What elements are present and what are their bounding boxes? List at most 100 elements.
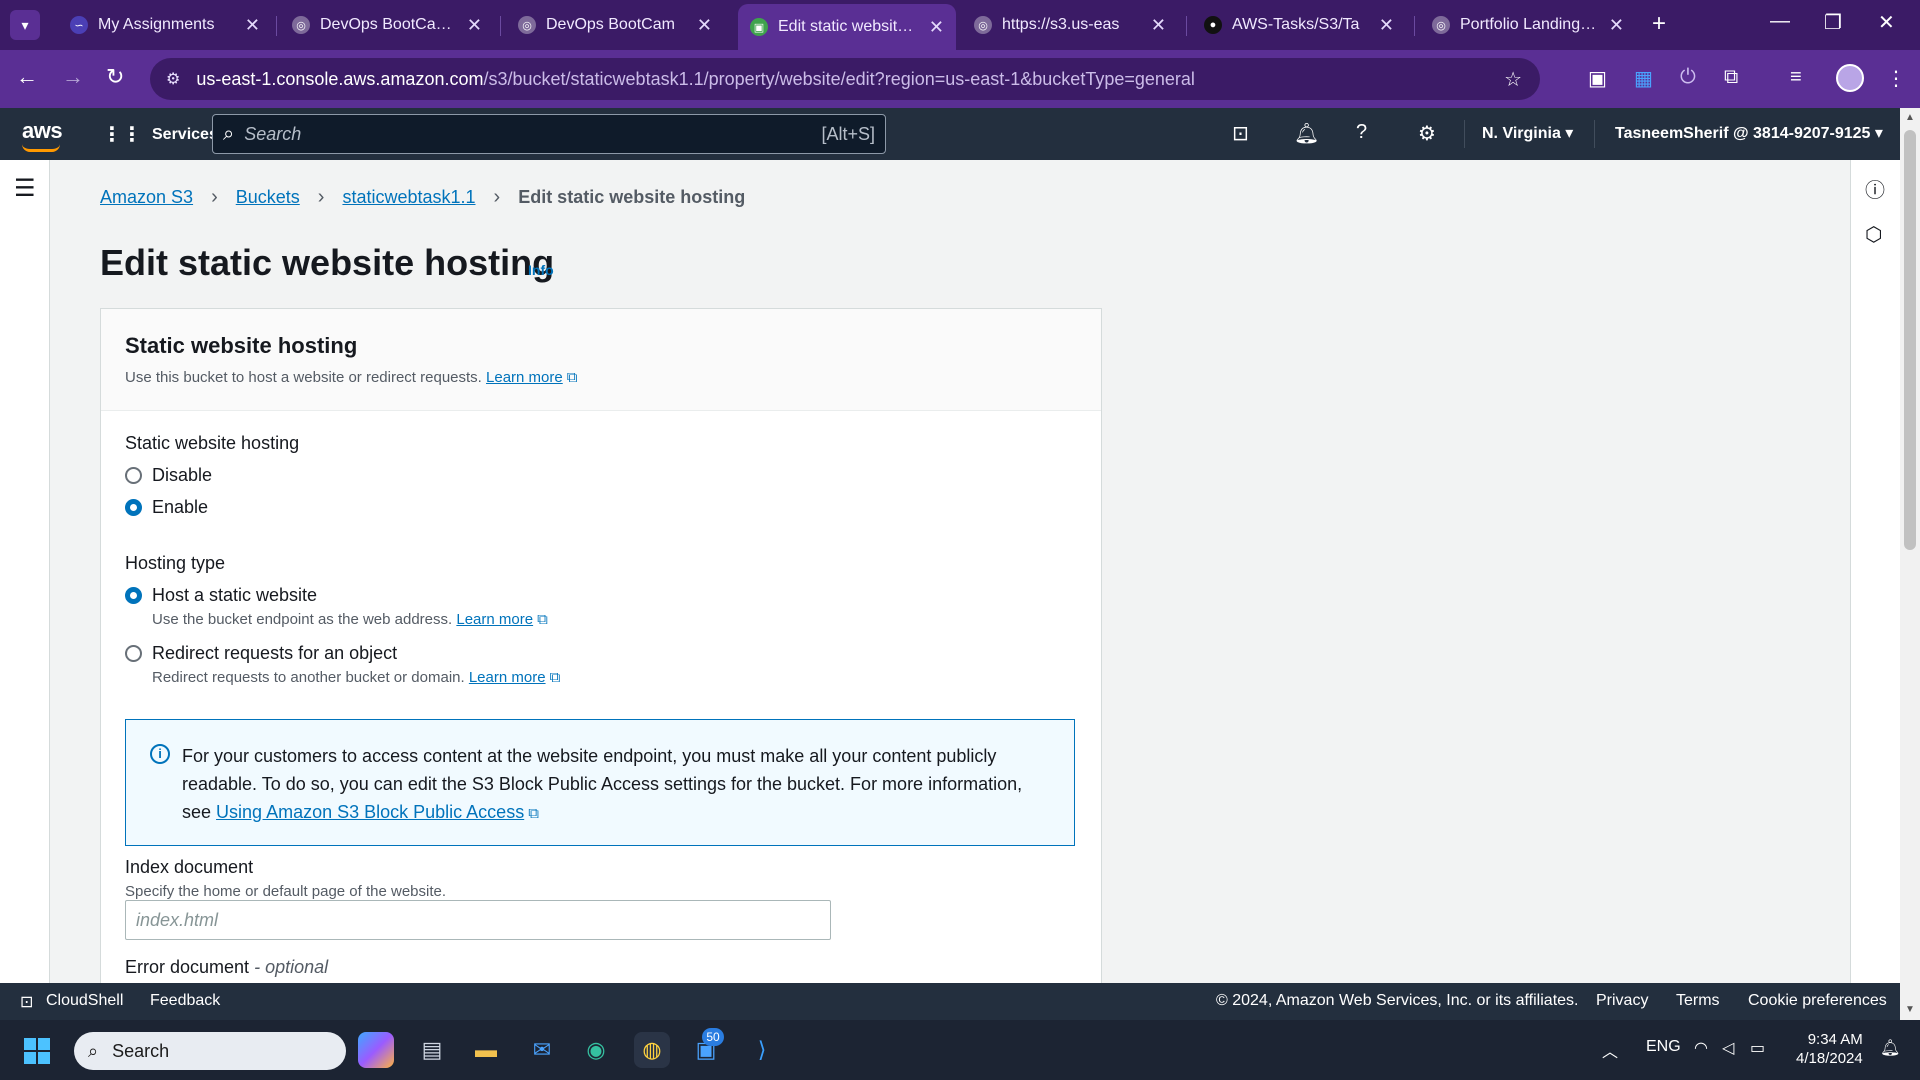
info-link[interactable]: Info bbox=[528, 262, 554, 278]
radio-button[interactable] bbox=[125, 645, 142, 662]
services-menu-button[interactable]: ⋮⋮ Services bbox=[102, 122, 218, 147]
breadcrumb-amazon-s3[interactable]: Amazon S3 bbox=[100, 187, 193, 208]
close-window-icon[interactable]: ✕ bbox=[1878, 10, 1895, 35]
copilot-icon[interactable] bbox=[358, 1032, 394, 1068]
cookie-preferences-link[interactable]: Cookie preferences bbox=[1748, 992, 1887, 1010]
restore-icon[interactable]: ❐ bbox=[1824, 10, 1842, 35]
taskbar-search-placeholder: Search bbox=[112, 1040, 170, 1061]
settings-gear-icon[interactable]: ⚙ bbox=[1418, 121, 1436, 146]
info-panel-icon[interactable]: ⓘ bbox=[1865, 174, 1885, 203]
system-clock[interactable]: 9:34 AM 4/18/2024 bbox=[1796, 1030, 1863, 1068]
close-tab-icon[interactable]: ✕ bbox=[1609, 15, 1624, 36]
volume-icon[interactable]: ◁ bbox=[1722, 1038, 1734, 1058]
notifications-bell-icon[interactable]: 🔔︎ bbox=[1294, 121, 1319, 146]
close-tab-icon[interactable]: ✕ bbox=[245, 15, 260, 36]
privacy-link[interactable]: Privacy bbox=[1596, 992, 1648, 1010]
browser-tab-my-assignments[interactable]: ∽ My Assignments ✕ bbox=[58, 6, 272, 44]
cloudshell-button[interactable]: CloudShell bbox=[46, 992, 123, 1010]
help-icon[interactable]: ? bbox=[1356, 121, 1367, 144]
radio-redirect-requests[interactable]: Redirect requests for an object bbox=[125, 643, 397, 664]
new-tab-button[interactable]: + bbox=[1652, 10, 1666, 38]
block-public-access-link[interactable]: Using Amazon S3 Block Public Access bbox=[216, 802, 524, 822]
breadcrumb-buckets[interactable]: Buckets bbox=[236, 187, 300, 208]
side-navigation-rail: ☰ bbox=[0, 160, 50, 983]
radio-disable[interactable]: Disable bbox=[125, 465, 212, 486]
terms-link[interactable]: Terms bbox=[1676, 992, 1720, 1010]
browser-tab-portfolio[interactable]: ◎ Portfolio Landing Pa ✕ bbox=[1420, 6, 1636, 44]
back-icon[interactable]: ← bbox=[16, 64, 38, 90]
taskbar-search-input[interactable]: ⌕ Search bbox=[74, 1032, 346, 1070]
cloudshell-icon[interactable]: ⊡ bbox=[1232, 121, 1249, 146]
power-icon[interactable]: ⏻ bbox=[1680, 66, 1696, 89]
external-link-icon: ⧉ bbox=[566, 369, 578, 386]
browser-tab-bar: ▾ ∽ My Assignments ✕ ◎ DevOps BootCamp |… bbox=[0, 0, 1920, 50]
show-hidden-icons-chevron-icon[interactable]: ︿ bbox=[1602, 1038, 1618, 1062]
browser-tab-devops-bootcamp[interactable]: ◎ DevOps BootCamp | ✕ bbox=[280, 6, 494, 44]
learn-more-link[interactable]: Learn more bbox=[469, 669, 546, 686]
learn-more-link[interactable]: Learn more bbox=[486, 369, 563, 386]
vscode-icon[interactable]: ⟩ bbox=[744, 1032, 780, 1068]
feedback-button[interactable]: Feedback bbox=[150, 992, 220, 1010]
browser-tab-edit-static-website[interactable]: ▣ Edit static website h ✕ bbox=[738, 4, 956, 50]
battery-icon[interactable]: ▭ bbox=[1750, 1038, 1765, 1058]
browser-tab-s3-url[interactable]: ◎ https://s3.us-eas ✕ bbox=[962, 6, 1178, 44]
browser-tab-devops-bootcamp-2[interactable]: ◎ DevOps BootCam ✕ bbox=[506, 6, 724, 44]
task-view-icon[interactable]: ▤ bbox=[414, 1032, 450, 1068]
site-settings-icon[interactable]: ⚙ bbox=[166, 69, 180, 89]
radio-enable[interactable]: Enable bbox=[125, 497, 208, 518]
region-selector[interactable]: N. Virginia ▾ bbox=[1482, 123, 1573, 143]
aws-logo[interactable]: aws bbox=[22, 118, 63, 152]
scroll-down-icon[interactable]: ▼ bbox=[1905, 1004, 1915, 1015]
chevron-right-icon: › bbox=[493, 186, 501, 208]
breadcrumb-bucket[interactable]: staticwebtask1.1 bbox=[342, 187, 475, 208]
learn-more-link[interactable]: Learn more bbox=[456, 611, 533, 628]
browser-tab-aws-tasks-github[interactable]: ● AWS-Tasks/S3/Ta ✕ bbox=[1192, 6, 1406, 44]
chrome-browser-icon[interactable]: ◍ bbox=[634, 1032, 670, 1068]
media-controls-icon[interactable]: ≡ bbox=[1790, 66, 1802, 89]
address-bar[interactable]: ⚙ us-east-1.console.aws.amazon.com/s3/bu… bbox=[150, 58, 1540, 100]
globe-icon: ◎ bbox=[974, 16, 992, 34]
hosting-field-label: Static website hosting bbox=[125, 433, 300, 453]
close-tab-icon[interactable]: ✕ bbox=[1379, 15, 1394, 36]
static-website-hosting-panel: Static website hosting Use this bucket t… bbox=[100, 308, 1102, 983]
index-document-input[interactable]: index.html bbox=[125, 900, 831, 940]
page-scrollbar[interactable]: ▲ ▼ bbox=[1900, 108, 1920, 1020]
tutorial-hexagon-icon[interactable]: ⬡ bbox=[1865, 222, 1882, 247]
radio-host-static-website[interactable]: Host a static website bbox=[125, 585, 317, 606]
windows-start-icon[interactable] bbox=[24, 1038, 50, 1064]
aws-footer: ⊡ CloudShell Feedback © 2024, Amazon Web… bbox=[0, 983, 1900, 1020]
extensions-puzzle-icon[interactable]: ⧉ bbox=[1724, 66, 1738, 89]
tab-search-dropdown-icon[interactable]: ▾ bbox=[10, 10, 40, 40]
input-language[interactable]: ENG bbox=[1646, 1038, 1681, 1056]
wifi-icon[interactable]: ◠ bbox=[1694, 1038, 1708, 1058]
s3-favicon-icon: ▣ bbox=[750, 18, 768, 36]
scroll-thumb[interactable] bbox=[1904, 130, 1916, 550]
cloudshell-footer-icon[interactable]: ⊡ bbox=[20, 992, 33, 1012]
edge-browser-icon[interactable]: ◉ bbox=[578, 1032, 614, 1068]
account-menu[interactable]: TasneemSherif @ 3814-9207-9125 ▾ bbox=[1615, 123, 1883, 143]
console-search-input[interactable]: ⌕ Search [Alt+S] bbox=[212, 114, 886, 154]
extension-screen-icon[interactable]: ▦ bbox=[1634, 66, 1653, 91]
reload-icon[interactable]: ↻ bbox=[106, 64, 124, 90]
file-explorer-icon[interactable]: ▬ bbox=[468, 1032, 504, 1068]
mail-icon[interactable]: ✉ bbox=[524, 1032, 560, 1068]
minimize-icon[interactable]: — bbox=[1770, 10, 1790, 33]
description-text: Redirect requests to another bucket or d… bbox=[152, 669, 465, 686]
tools-rail: ⓘ ⬡ bbox=[1850, 160, 1900, 983]
radio-button[interactable] bbox=[125, 467, 142, 484]
close-tab-icon[interactable]: ✕ bbox=[467, 15, 482, 36]
forward-icon[interactable]: → bbox=[62, 64, 84, 90]
index-document-label: Index document bbox=[125, 857, 254, 877]
close-tab-icon[interactable]: ✕ bbox=[929, 17, 944, 38]
close-tab-icon[interactable]: ✕ bbox=[1151, 15, 1166, 36]
browser-menu-icon[interactable]: ⋮ bbox=[1886, 66, 1906, 91]
menu-hamburger-icon[interactable]: ☰ bbox=[14, 174, 36, 203]
scroll-up-icon[interactable]: ▲ bbox=[1905, 112, 1915, 123]
radio-button-selected[interactable] bbox=[125, 499, 142, 516]
radio-button-selected[interactable] bbox=[125, 587, 142, 604]
bookmark-star-icon[interactable]: ☆ bbox=[1504, 67, 1522, 92]
profile-avatar[interactable] bbox=[1836, 64, 1864, 92]
close-tab-icon[interactable]: ✕ bbox=[697, 15, 712, 36]
picture-in-picture-icon[interactable]: ▣ bbox=[1588, 66, 1607, 91]
notifications-icon[interactable]: 🔔︎ bbox=[1880, 1038, 1900, 1058]
